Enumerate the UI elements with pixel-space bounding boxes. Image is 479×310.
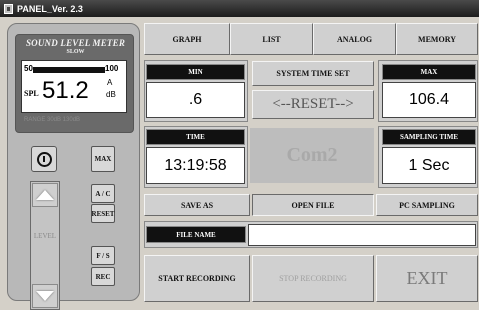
sampling-time-label: SAMPLING TIME (382, 129, 476, 145)
max-label: MAX (382, 64, 476, 80)
spl-label: SPL (24, 89, 39, 98)
sampling-time-value: 1 Sec (382, 147, 476, 184)
tab-analog[interactable]: ANALOG (313, 23, 396, 55)
tab-list[interactable]: LIST (230, 23, 313, 55)
level-up-button[interactable] (32, 183, 58, 207)
spl-value: 51.2 (42, 77, 89, 104)
file-name-field[interactable] (248, 224, 476, 246)
power-button[interactable] (31, 146, 57, 172)
meter-title: SOUND LEVEL METER (25, 38, 126, 48)
meter-panel: SOUND LEVEL METER SLOW 50 100 SPL 51.2 A… (7, 23, 140, 310)
reset-minmax-button[interactable]: <--RESET--> (252, 90, 374, 119)
start-recording-button[interactable]: START RECORDING (144, 255, 250, 302)
meter-mode: SLOW (66, 49, 85, 55)
range-high-label: 100 (105, 64, 119, 73)
level-label: LEVEL (33, 232, 57, 240)
pc-sampling-button[interactable]: PC SAMPLING (376, 194, 478, 216)
meter-reset-button[interactable]: RESET (91, 204, 115, 223)
min-value: .6 (146, 82, 245, 118)
file-name-label: FILE NAME (146, 226, 246, 243)
app-icon (4, 3, 13, 14)
meter-rec-button[interactable]: REC (91, 267, 115, 286)
level-down-button[interactable] (32, 284, 58, 308)
meter-range-footer: RANGE 30dB 130dB (24, 117, 81, 123)
arrow-down-icon (36, 291, 54, 301)
level-bargraph (33, 67, 105, 73)
tab-memory[interactable]: MEMORY (396, 23, 478, 55)
open-file-button[interactable]: OPEN FILE (252, 194, 374, 216)
tab-graph[interactable]: GRAPH (144, 23, 230, 55)
min-label: MIN (146, 64, 245, 80)
lcd-screen: 50 100 SPL 51.2 A dB (21, 60, 127, 113)
level-control: LEVEL (30, 181, 60, 310)
arrow-up-icon (36, 190, 54, 200)
meter-display: SOUND LEVEL METER SLOW 50 100 SPL 51.2 A… (15, 34, 134, 133)
save-as-button[interactable]: SAVE AS (144, 194, 250, 216)
fast-slow-button[interactable]: F / S (91, 246, 115, 265)
max-value: 106.4 (382, 82, 476, 118)
range-low-label: 50 (24, 64, 33, 73)
time-label: TIME (146, 129, 245, 145)
unit-label: dB (106, 90, 116, 99)
com-port-indicator: Com2 (250, 128, 374, 183)
max-hold-button[interactable]: MAX (91, 146, 115, 172)
window-titlebar: PANEL_Ver. 2.3 (0, 0, 479, 17)
time-value: 13:19:58 (146, 147, 245, 184)
power-icon (36, 151, 52, 167)
system-time-set-button[interactable]: SYSTEM TIME SET (252, 61, 374, 86)
ac-weighting-button[interactable]: A / C (91, 184, 115, 203)
weighting-label: A (107, 78, 113, 87)
stop-recording-button[interactable]: STOP RECORDING (252, 255, 374, 302)
exit-button[interactable]: EXIT (376, 255, 478, 302)
window-title: PANEL_Ver. 2.3 (17, 3, 83, 14)
